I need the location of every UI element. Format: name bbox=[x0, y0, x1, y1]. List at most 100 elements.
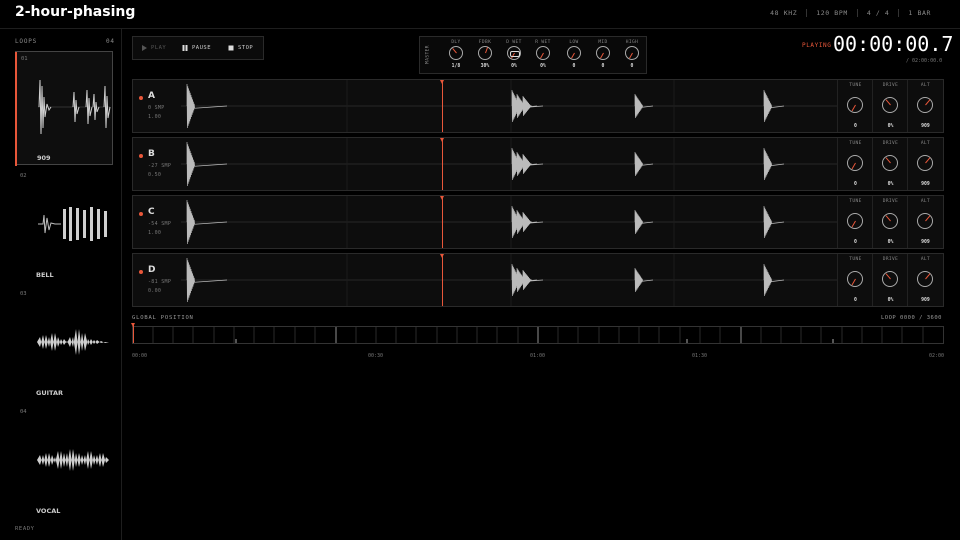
knob-dial[interactable] bbox=[449, 46, 463, 60]
loop-item-909[interactable]: 01 909 bbox=[15, 51, 113, 166]
master-knob-r-wet[interactable]: R WET 0% bbox=[530, 37, 556, 73]
master-knob-fdbk[interactable]: FDBK 30% bbox=[472, 37, 498, 73]
knob-label: MID bbox=[598, 40, 608, 45]
stop-button[interactable]: STOP bbox=[228, 37, 253, 59]
track-alt-control[interactable]: ALT 909 bbox=[907, 196, 943, 248]
track-a[interactable]: A 0 SMP 1.00 TUNE 0 DRIVE 0% ALT 909 bbox=[132, 79, 944, 133]
track-waveform[interactable] bbox=[181, 138, 837, 190]
control-label: ALT bbox=[920, 141, 931, 146]
track-alt-control[interactable]: ALT 909 bbox=[907, 80, 943, 132]
loop-name: GUITAR bbox=[36, 389, 63, 397]
loop-item-vocal[interactable]: 04 VOCAL bbox=[15, 405, 113, 519]
global-position-timeline[interactable] bbox=[131, 323, 944, 344]
track-offset: -54 SMP bbox=[148, 221, 172, 227]
pause-icon bbox=[182, 45, 188, 51]
track-drive-control[interactable]: DRIVE 0% bbox=[872, 80, 908, 132]
pause-button[interactable]: PAUSE bbox=[182, 37, 211, 59]
track-playhead bbox=[440, 254, 444, 306]
transport-controls: PLAY PAUSE STOP bbox=[132, 36, 264, 60]
track-b[interactable]: B -27 SMP 0.50 TUNE 0 DRIVE 0% ALT 909 bbox=[132, 137, 944, 191]
knob-dial[interactable] bbox=[596, 46, 610, 60]
knob-dial[interactable] bbox=[567, 46, 581, 60]
master-knob-d-wet[interactable]: D WET 0% bbox=[501, 37, 527, 73]
drive-knob[interactable] bbox=[882, 213, 898, 229]
playing-indicator: PLAYING bbox=[802, 42, 832, 49]
tune-knob[interactable] bbox=[847, 271, 863, 287]
alt-knob[interactable] bbox=[917, 271, 933, 287]
knob-dial[interactable] bbox=[507, 46, 521, 60]
loops-count: 04 bbox=[106, 38, 115, 45]
drive-knob[interactable] bbox=[882, 155, 898, 171]
loop-waveform bbox=[38, 207, 107, 241]
knob-dial[interactable] bbox=[478, 46, 492, 60]
track-rate: 1.00 bbox=[148, 114, 162, 120]
control-label: TUNE bbox=[849, 83, 862, 88]
track-tune-control[interactable]: TUNE 0 bbox=[837, 138, 873, 190]
track-alt-control[interactable]: ALT 909 bbox=[907, 138, 943, 190]
control-label: ALT bbox=[920, 83, 931, 88]
track-tune-control[interactable]: TUNE 0 bbox=[837, 80, 873, 132]
drive-knob[interactable] bbox=[882, 97, 898, 113]
knob-value: 30% bbox=[480, 64, 490, 69]
alt-knob[interactable] bbox=[917, 155, 933, 171]
play-button[interactable]: PLAY bbox=[141, 37, 166, 59]
track-alt-control[interactable]: ALT 909 bbox=[907, 254, 943, 306]
track-waveform[interactable] bbox=[181, 196, 837, 248]
status-text: READY bbox=[15, 526, 35, 532]
loop-name: BELL bbox=[36, 271, 54, 279]
track-drive-control[interactable]: DRIVE 0% bbox=[872, 196, 908, 248]
knob-label: DLY bbox=[451, 40, 461, 45]
knob-dial[interactable] bbox=[536, 46, 550, 60]
control-value: 0 bbox=[854, 240, 857, 245]
knob-value: 0% bbox=[511, 64, 517, 69]
track-drive-control[interactable]: DRIVE 0% bbox=[872, 138, 908, 190]
control-value: 909 bbox=[921, 124, 930, 129]
track-active-dot[interactable] bbox=[139, 212, 143, 216]
loop-waveform bbox=[37, 449, 109, 471]
track-rate: 0.00 bbox=[148, 288, 162, 294]
knob-dial[interactable] bbox=[625, 46, 639, 60]
active-indicator bbox=[15, 52, 17, 166]
loop-item-guitar[interactable]: 03 GUITAR bbox=[15, 287, 113, 401]
alt-knob[interactable] bbox=[917, 97, 933, 113]
track-c[interactable]: C -54 SMP 1.00 TUNE 0 DRIVE 0% ALT 909 bbox=[132, 195, 944, 249]
control-value: 0% bbox=[887, 298, 894, 303]
track-active-dot[interactable] bbox=[139, 154, 143, 158]
global-playhead[interactable] bbox=[131, 323, 135, 343]
track-tune-control[interactable]: TUNE 0 bbox=[837, 196, 873, 248]
loop-library: LOOPS 04 01 909 02 BELL 03 GUITAR 04 VOC… bbox=[0, 29, 122, 540]
track-d[interactable]: D -81 SMP 0.00 TUNE 0 DRIVE 0% ALT 909 bbox=[132, 253, 944, 307]
control-label: ALT bbox=[920, 199, 931, 204]
tune-knob[interactable] bbox=[847, 213, 863, 229]
loop-item-bell[interactable]: 02 BELL bbox=[15, 169, 113, 283]
knob-label: D WET bbox=[506, 40, 522, 45]
alt-knob[interactable] bbox=[917, 213, 933, 229]
control-value: 0% bbox=[887, 124, 894, 129]
control-value: 909 bbox=[921, 182, 930, 187]
tune-knob[interactable] bbox=[847, 97, 863, 113]
knob-value: 0 bbox=[601, 64, 605, 69]
master-knob-low[interactable]: LOW 0 bbox=[561, 37, 587, 73]
tune-knob[interactable] bbox=[847, 155, 863, 171]
track-drive-control[interactable]: DRIVE 0% bbox=[872, 254, 908, 306]
control-value: 909 bbox=[921, 240, 930, 245]
play-icon bbox=[142, 45, 147, 51]
track-tune-control[interactable]: TUNE 0 bbox=[837, 254, 873, 306]
track-letter: D bbox=[148, 265, 156, 275]
top-bar: 2-hour-phasing 48 KHZ 120 BPM 4 / 4 1 BA… bbox=[0, 0, 960, 29]
track-playhead bbox=[440, 138, 444, 190]
control-value: 0% bbox=[887, 182, 894, 187]
track-waveform[interactable] bbox=[181, 254, 837, 306]
master-knob-high[interactable]: HIGH 0 bbox=[619, 37, 645, 73]
timeline-grid bbox=[152, 327, 924, 343]
knob-value: 1/8 bbox=[451, 64, 461, 69]
track-active-dot[interactable] bbox=[139, 270, 143, 274]
track-waveform[interactable] bbox=[181, 80, 837, 132]
track-active-dot[interactable] bbox=[139, 96, 143, 100]
app-title: 2-hour-phasing bbox=[15, 4, 136, 20]
control-label: TUNE bbox=[849, 199, 862, 204]
drive-knob[interactable] bbox=[882, 271, 898, 287]
knob-label: FDBK bbox=[478, 40, 492, 45]
master-knob-dly[interactable]: DLY 1/8 bbox=[443, 37, 469, 73]
master-knob-mid[interactable]: MID 0 bbox=[590, 37, 616, 73]
